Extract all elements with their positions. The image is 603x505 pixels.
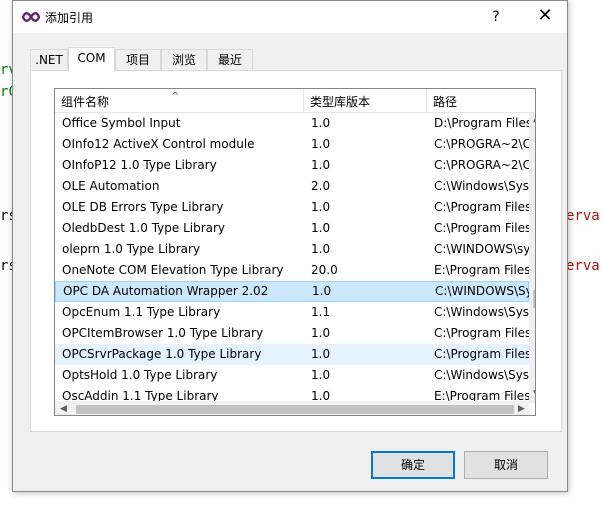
cell-path: E:\Program Files — [434, 263, 531, 277]
sort-ascending-icon: ^ — [171, 91, 180, 102]
cell-version: 1.0 — [311, 326, 331, 340]
vertical-scrollbar[interactable] — [529, 113, 535, 403]
cell-name: oleprn 1.0 Type Library — [62, 242, 201, 256]
cell-name: OptsHold 1.0 Type Library — [62, 368, 218, 382]
cell-version: 20.0 — [311, 263, 338, 277]
cell-name: OledbDest 1.0 Type Library — [62, 221, 226, 235]
tab-recent[interactable]: 最近 — [207, 49, 253, 71]
table-row[interactable]: Office Symbol Input 1.0 D:\Program Files — [55, 113, 532, 134]
cell-name: OneNote COM Elevation Type Library — [62, 263, 284, 277]
column-header-label: 路径 — [433, 95, 458, 109]
table-row[interactable]: OLE Automation 2.0 C:\Windows\SysW — [55, 176, 532, 197]
cell-path: C:\WINDOWS\Sys — [435, 284, 533, 298]
column-header-typelib-version[interactable]: 类型库版本 — [304, 89, 427, 113]
scroll-right-arrow-icon[interactable]: ▶ — [518, 404, 525, 414]
horizontal-scroll-thumb[interactable] — [76, 405, 514, 414]
cell-version: 1.0 — [311, 158, 331, 172]
tab-dotnet[interactable]: .NET — [30, 49, 68, 71]
help-button[interactable]: ? — [483, 5, 509, 29]
cell-name: OInfo12 ActiveX Control module — [62, 137, 255, 151]
table-row[interactable]: oleprn 1.0 Type Library 1.0 C:\WINDOWS\sys — [55, 239, 532, 260]
column-header-component-name[interactable]: ^ 组件名称 — [55, 89, 304, 113]
add-reference-dialog: 添加引用 ? ✕ .NET COM 项目 浏览 最近 ^ 组件名称 类型库版本 … — [12, 0, 568, 492]
table-row[interactable]: OptsHold 1.0 Type Library 1.0 C:\Windows\S… — [55, 365, 532, 386]
close-button[interactable]: ✕ — [530, 5, 560, 29]
cell-name: OPCItemBrowser 1.0 Type Library — [62, 326, 264, 340]
cell-version: 1.0 — [311, 200, 331, 214]
list-header: ^ 组件名称 类型库版本 路径 — [55, 89, 535, 113]
table-row[interactable]: OledbDest 1.0 Type Library 1.0 C:\Program … — [55, 218, 532, 239]
cell-path: C:\Program Files — [434, 200, 532, 214]
com-tab-panel: ^ 组件名称 类型库版本 路径 Office Symbol Input 1.0 D:… — [30, 70, 562, 432]
table-row-hovered[interactable]: OPCSrvrPackage 1.0 Type Library 1.0 C:\Pro… — [55, 344, 532, 365]
table-row[interactable]: OInfo12 ActiveX Control module 1.0 C:\PROG… — [55, 134, 532, 155]
cell-version: 1.0 — [311, 347, 331, 361]
column-header-path[interactable]: 路径 — [427, 89, 535, 113]
cell-name: OInfoP12 1.0 Type Library — [62, 158, 217, 172]
cell-path: C:\WINDOWS\sys — [434, 242, 532, 256]
table-row[interactable]: OpcEnum 1.1 Type Library 1.1 C:\Windows\Sy… — [55, 302, 532, 323]
cell-path: C:\PROGRA~2\CO — [434, 137, 532, 151]
cell-path: C:\Program Files — [434, 221, 532, 235]
table-row-selected[interactable]: OPC DA Automation Wrapper 2.02 1.0 C:\WIND… — [55, 281, 533, 302]
cell-version: 2.0 — [311, 179, 331, 193]
cell-version: 1.0 — [311, 116, 331, 130]
cell-version: 1.0 — [311, 137, 331, 151]
cell-version: 1.1 — [311, 305, 331, 319]
cell-path: C:\Windows\SysW — [434, 368, 532, 382]
table-row[interactable]: OLE DB Errors Type Library 1.0 C:\Program … — [55, 197, 532, 218]
scroll-left-arrow-icon[interactable]: ◀ — [60, 404, 67, 414]
cell-version: 1.0 — [312, 284, 332, 298]
component-list[interactable]: ^ 组件名称 类型库版本 路径 Office Symbol Input 1.0 D:… — [54, 88, 536, 416]
cell-path: C:\Program Files — [434, 347, 532, 361]
cell-name: OLE DB Errors Type Library — [62, 200, 224, 214]
cell-version: 1.0 — [311, 368, 331, 382]
tab-browse[interactable]: 浏览 — [161, 49, 207, 71]
cell-path: C:\Program Files — [434, 326, 532, 340]
tab-com[interactable]: COM — [68, 47, 115, 72]
cell-name: OPCSrvrPackage 1.0 Type Library — [62, 347, 262, 361]
scroll-up-arrow-icon[interactable]: ▲ — [533, 114, 535, 124]
cell-version: 1.0 — [311, 242, 331, 256]
dialog-title: 添加引用 — [45, 11, 94, 25]
column-header-label: 类型库版本 — [310, 95, 371, 109]
table-row[interactable]: OInfoP12 1.0 Type Library 1.0 C:\PROGRA~2\… — [55, 155, 532, 176]
cell-name: OpcEnum 1.1 Type Library — [62, 305, 221, 319]
vertical-scroll-thumb[interactable] — [533, 290, 535, 308]
scroll-down-arrow-icon[interactable]: ▼ — [533, 389, 535, 399]
cell-name: OPC DA Automation Wrapper 2.02 — [63, 284, 269, 298]
title-bar[interactable]: 添加引用 ? ✕ — [13, 1, 567, 33]
table-row[interactable]: OPCItemBrowser 1.0 Type Library 1.0 C:\Pro… — [55, 323, 532, 344]
background-code-text: erva — [566, 258, 600, 274]
table-row[interactable]: OneNote COM Elevation Type Library 20.0 E:… — [55, 260, 531, 281]
tab-projects[interactable]: 项目 — [115, 49, 161, 71]
cell-path: C:\PROGRA~2\CO — [434, 158, 532, 172]
cancel-button[interactable]: 取消 — [464, 451, 548, 479]
cell-path: C:\Windows\SysW — [434, 305, 532, 319]
background-code-text: erva — [566, 208, 600, 224]
cell-path: D:\Program Files — [434, 116, 532, 130]
cell-name: OLE Automation — [62, 179, 160, 193]
cell-version: 1.0 — [311, 221, 331, 235]
column-header-label: 组件名称 — [61, 95, 110, 109]
visual-studio-icon — [22, 12, 40, 22]
ok-button[interactable]: 确定 — [371, 451, 455, 479]
cell-path: C:\Windows\SysW — [434, 179, 532, 193]
cell-name: Office Symbol Input — [62, 116, 181, 130]
list-rows: Office Symbol Input 1.0 D:\Program Files O… — [55, 113, 533, 407]
